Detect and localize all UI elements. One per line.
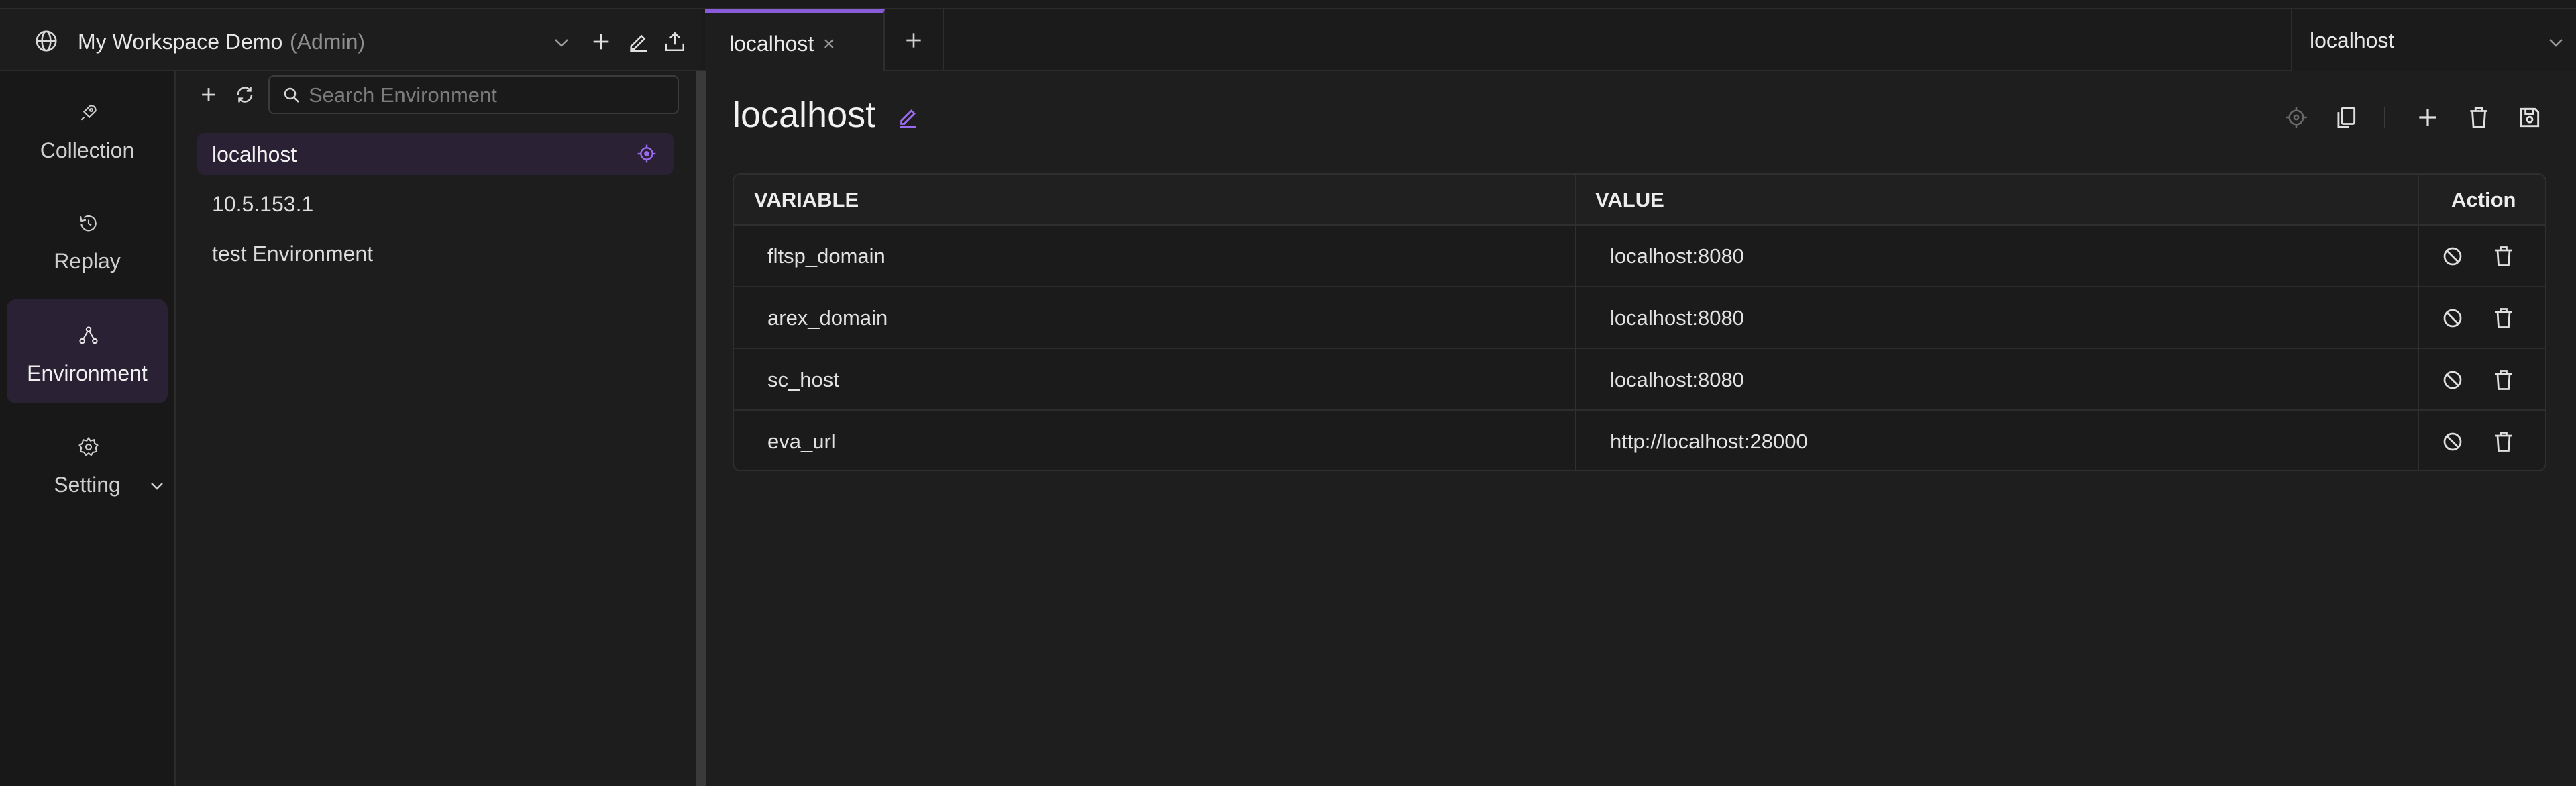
delete-variable-icon[interactable]: [2491, 244, 2516, 268]
window-top-strip: [0, 0, 2576, 9]
column-header-variable: VARIABLE: [754, 188, 859, 211]
search-environment-field[interactable]: [268, 75, 679, 114]
delete-variable-icon[interactable]: [2491, 430, 2516, 454]
globe-icon: [34, 28, 59, 54]
add-variable-button[interactable]: [2415, 105, 2440, 130]
environment-item-10-5-153-1[interactable]: 10.5.153.1: [197, 183, 674, 224]
nav-item-environment[interactable]: Environment: [7, 299, 168, 403]
tab-label: localhost: [729, 32, 814, 56]
search-environment-input[interactable]: [309, 81, 671, 110]
nav-label-collection: Collection: [40, 138, 135, 162]
side-nav: Collection Replay Environment Setting: [0, 71, 176, 786]
column-header-value: VALUE: [1595, 188, 1664, 211]
toolbar-divider: [2384, 107, 2385, 128]
set-active-crosshair-icon[interactable]: [2284, 105, 2309, 130]
workspace-dropdown-chevron-icon[interactable]: [551, 36, 572, 50]
environment-item-test-environment[interactable]: test Environment: [197, 232, 674, 274]
search-icon: [282, 85, 302, 105]
rocket-icon: [78, 102, 99, 124]
nav-item-replay[interactable]: Replay: [7, 187, 168, 291]
environment-item-localhost[interactable]: localhost: [197, 133, 674, 175]
delete-variable-icon[interactable]: [2491, 368, 2516, 392]
duplicate-icon[interactable]: [2333, 105, 2359, 130]
nav-item-setting[interactable]: Setting: [7, 411, 168, 515]
column-divider: [1575, 175, 1576, 470]
disable-variable-icon[interactable]: [2440, 306, 2465, 330]
add-environment-button[interactable]: [197, 83, 220, 106]
variable-cell[interactable]: eva_url: [767, 430, 836, 454]
nav-item-collection[interactable]: Collection: [7, 77, 168, 181]
value-cell[interactable]: localhost:8080: [1610, 368, 1744, 392]
add-tab-button[interactable]: [885, 9, 944, 71]
app-window: My Workspace Demo (Admin) localhost × lo…: [0, 0, 2576, 786]
tab-close-icon[interactable]: ×: [823, 33, 835, 56]
tab-localhost[interactable]: localhost ×: [705, 9, 885, 71]
disable-variable-icon[interactable]: [2440, 368, 2465, 392]
environment-item-label: 10.5.153.1: [212, 192, 314, 216]
nav-label-environment: Environment: [27, 361, 148, 385]
variable-cell[interactable]: sc_host: [767, 368, 839, 392]
value-cell[interactable]: localhost:8080: [1610, 244, 1744, 268]
disable-variable-icon[interactable]: [2440, 430, 2465, 454]
crosshair-icon[interactable]: [636, 143, 657, 164]
nav-label-setting: Setting: [54, 473, 121, 497]
table-row: fltsp_domain localhost:8080: [734, 226, 2545, 287]
variable-cell[interactable]: arex_domain: [767, 306, 888, 330]
environment-list-panel: [176, 71, 698, 786]
environment-item-label: localhost: [212, 142, 297, 166]
chevron-down-icon[interactable]: [149, 481, 165, 491]
value-cell[interactable]: localhost:8080: [1610, 306, 1744, 330]
workspace-role: (Admin): [290, 30, 366, 54]
panel-resize-handle[interactable]: [696, 71, 706, 786]
workspace-bar: My Workspace Demo (Admin): [0, 9, 701, 71]
table-row: eva_url http://localhost:28000: [734, 411, 2545, 470]
variable-cell[interactable]: fltsp_domain: [767, 244, 885, 268]
share-nodes-icon: [78, 325, 99, 346]
column-header-action: Action: [2451, 188, 2516, 211]
save-icon[interactable]: [2517, 105, 2542, 130]
edit-workspace-button[interactable]: [625, 28, 652, 55]
environment-select-value: localhost: [2310, 28, 2395, 52]
gear-icon: [78, 436, 99, 458]
variables-table: VARIABLE VALUE Action fltsp_domain local…: [733, 173, 2546, 471]
delete-environment-icon[interactable]: [2466, 105, 2491, 130]
environment-select[interactable]: localhost: [2291, 9, 2576, 71]
nav-label-replay: Replay: [54, 249, 121, 273]
chevron-down-icon: [2546, 36, 2566, 50]
table-row: sc_host localhost:8080: [734, 349, 2545, 411]
table-row: arex_domain localhost:8080: [734, 287, 2545, 349]
page-title: localhost: [733, 95, 876, 135]
delete-variable-icon[interactable]: [2491, 306, 2516, 330]
table-header: VARIABLE VALUE Action: [734, 175, 2545, 226]
export-workspace-button[interactable]: [661, 28, 688, 55]
workspace-name[interactable]: My Workspace Demo: [78, 30, 282, 54]
value-cell[interactable]: http://localhost:28000: [1610, 430, 1808, 454]
column-divider: [2418, 175, 2419, 470]
disable-variable-icon[interactable]: [2440, 244, 2465, 268]
refresh-icon[interactable]: [233, 83, 256, 106]
environment-item-label: test Environment: [212, 242, 374, 266]
history-icon: [78, 213, 99, 234]
add-workspace-button[interactable]: [588, 28, 614, 55]
edit-title-icon[interactable]: [896, 105, 920, 129]
